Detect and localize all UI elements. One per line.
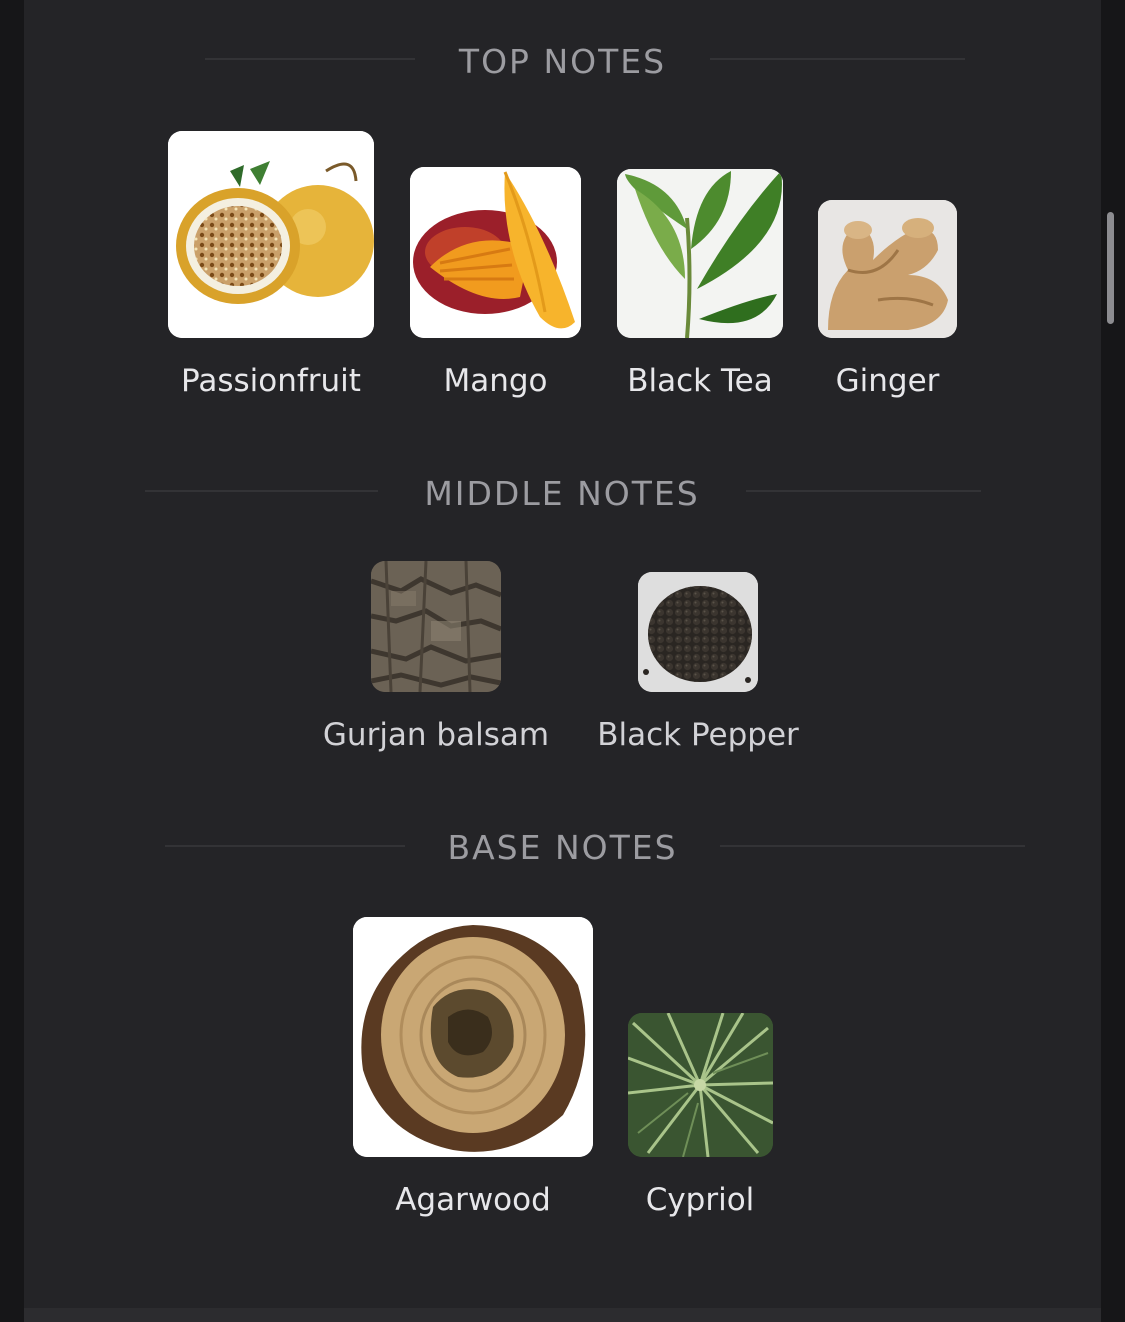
note-label: Agarwood bbox=[395, 1182, 551, 1218]
note-label: Gurjan balsam bbox=[322, 717, 550, 753]
note-label: Passionfruit bbox=[181, 363, 361, 399]
middle-notes-title: MIDDLE NOTES bbox=[424, 474, 700, 513]
divider-left bbox=[145, 490, 378, 492]
passionfruit-icon[interactable] bbox=[168, 131, 374, 338]
note-label: Black Tea bbox=[627, 363, 773, 399]
black-pepper-icon[interactable] bbox=[638, 572, 758, 692]
note-label: Mango bbox=[443, 363, 548, 399]
top-notes-title: TOP NOTES bbox=[458, 42, 667, 81]
note-label: Ginger bbox=[835, 363, 940, 399]
divider-left bbox=[165, 845, 405, 847]
note-label: Cypriol bbox=[645, 1182, 755, 1218]
divider-right bbox=[720, 845, 1025, 847]
agarwood-icon[interactable] bbox=[353, 917, 593, 1157]
divider-right bbox=[710, 58, 965, 60]
divider-right bbox=[746, 490, 981, 492]
black-tea-icon[interactable] bbox=[617, 169, 783, 338]
gurjan-balsam-icon[interactable] bbox=[371, 561, 501, 692]
ginger-icon[interactable] bbox=[818, 200, 957, 338]
cypriol-icon[interactable] bbox=[628, 1013, 773, 1157]
mango-icon[interactable] bbox=[410, 167, 581, 338]
panel-bottom-edge bbox=[24, 1308, 1101, 1322]
divider-left bbox=[205, 58, 415, 60]
scrollbar-thumb[interactable] bbox=[1107, 212, 1114, 324]
note-label: Black Pepper bbox=[597, 717, 799, 753]
base-notes-title: BASE NOTES bbox=[447, 828, 678, 867]
